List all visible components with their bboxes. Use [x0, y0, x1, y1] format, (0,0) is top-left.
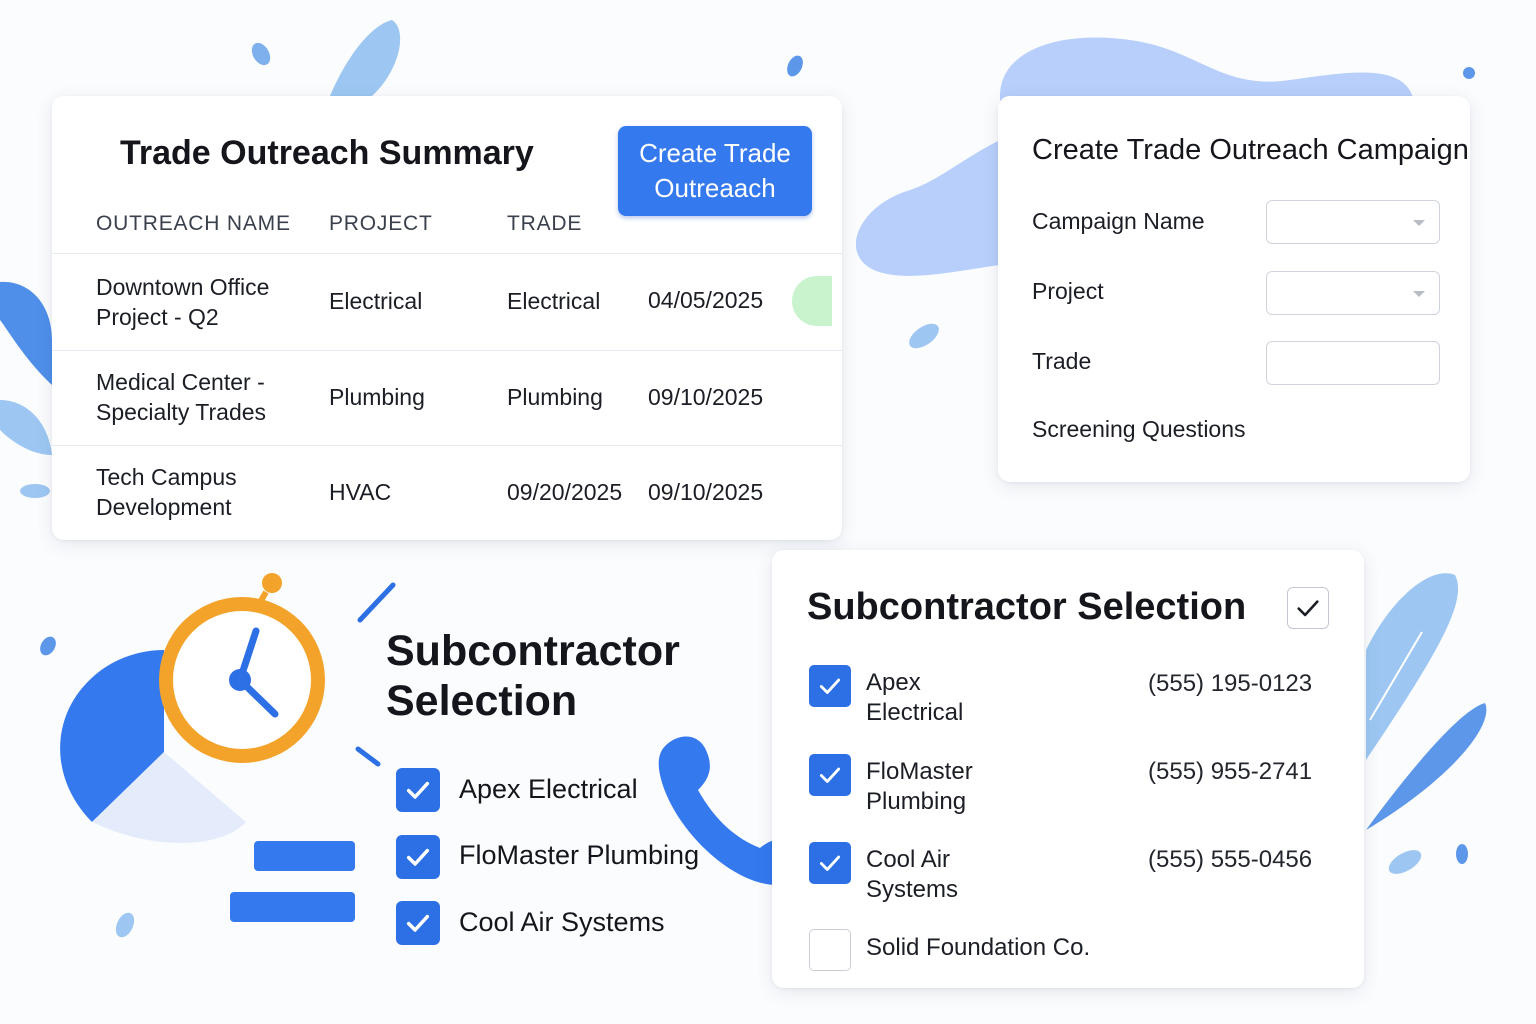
subcontractor-selection-card: Subcontractor Selection Apex Electrical …: [772, 550, 1364, 988]
outreach-name-cell: Downtown Office Project - Q2: [96, 274, 270, 330]
trade-cell: 09/20/2025: [507, 479, 623, 505]
status-indicator: [792, 276, 832, 326]
check-icon: [819, 855, 841, 871]
leaf-shape: [0, 281, 52, 385]
project-cell: Electrical: [329, 288, 423, 314]
subcontractor-name: FloMaster Plumbing: [866, 758, 973, 815]
check-icon: [406, 848, 430, 866]
decorative-bar: [254, 841, 355, 871]
table-row[interactable]: Medical Center - Specialty Trades Plumbi…: [52, 350, 842, 444]
table-row[interactable]: Tech Campus Development HVAC 09/20/2025 …: [52, 445, 842, 540]
project-cell: HVAC: [329, 479, 392, 505]
check-icon: [406, 781, 430, 799]
subcontractor-phone: (555) 955-2741: [1148, 758, 1313, 785]
outreach-name-cell: Medical Center - Specialty Trades: [96, 369, 267, 425]
trade-cell: Plumbing: [507, 384, 603, 410]
subcontractor-checkbox[interactable]: [809, 754, 851, 796]
chevron-down-icon: [1413, 291, 1425, 297]
droplet-shape: [115, 912, 135, 938]
project-cell: Plumbing: [329, 384, 425, 410]
subcontractor-checkbox[interactable]: [809, 929, 851, 971]
droplet-shape: [909, 323, 939, 349]
campaign-name-select[interactable]: [1266, 200, 1440, 244]
create-trade-outreach-button[interactable]: Create Trade Outreaach: [618, 126, 812, 216]
column-header-project[interactable]: PROJECT: [329, 212, 433, 236]
subcontractor-selection-title: Subcontractor Selection: [807, 586, 1247, 628]
illustration-item-label: Cool Air Systems: [459, 907, 665, 937]
table-row[interactable]: Downtown Office Project - Q2 Electrical …: [52, 253, 842, 349]
subcontractor-name: Cool Air Systems: [866, 846, 959, 903]
trade-input[interactable]: [1266, 341, 1440, 385]
leaf-shape: [0, 400, 52, 455]
subcontractor-checkbox[interactable]: [809, 842, 851, 884]
illustration-checkbox: [396, 835, 440, 879]
illustration-item-label: FloMaster Plumbing: [459, 840, 700, 870]
project-select[interactable]: [1266, 271, 1440, 315]
illustration-title: Subcontractor Selection: [386, 627, 680, 725]
check-icon: [406, 914, 430, 932]
droplet-shape: [787, 55, 803, 77]
subcontractor-name: Apex Electrical: [866, 669, 964, 726]
date-cell: 04/05/2025: [648, 287, 764, 313]
date-cell: 09/10/2025: [648, 479, 764, 505]
outreach-name-cell: Tech Campus Development: [96, 464, 237, 520]
check-icon: [819, 678, 841, 694]
trade-outreach-summary-card: Trade Outreach Summary Create Trade Outr…: [52, 96, 842, 540]
subcontractor-phone: (555) 195-0123: [1148, 670, 1313, 697]
check-icon: [819, 767, 841, 783]
trade-cell: Electrical: [507, 288, 601, 314]
screening-questions-label[interactable]: Screening Questions: [1032, 416, 1246, 443]
campaign-name-label: Campaign Name: [1032, 208, 1205, 234]
subcontractor-checkbox[interactable]: [809, 665, 851, 707]
illustration-item-label: Apex Electrical: [459, 774, 638, 804]
decorative-bar: [230, 892, 355, 922]
leaf-shape: [1366, 573, 1459, 760]
droplet-shape: [1463, 67, 1475, 79]
illustration-checkbox: [396, 768, 440, 812]
trade-label: Trade: [1032, 348, 1092, 374]
subcontractor-name: Solid Foundation Co.: [866, 934, 1091, 961]
subcontractor-phone: (555) 555-0456: [1148, 846, 1313, 873]
droplet-shape: [20, 484, 50, 498]
select-all-checkbox[interactable]: [1287, 587, 1329, 629]
chevron-down-icon: [1413, 220, 1425, 226]
droplet-shape: [1388, 850, 1422, 874]
droplet-shape: [40, 636, 56, 656]
droplet-shape: [251, 42, 271, 66]
project-label: Project: [1032, 278, 1104, 304]
background-blob: [855, 140, 1000, 276]
create-campaign-card: Create Trade Outreach Campaign Campaign …: [998, 96, 1470, 482]
droplet-shape: [1456, 844, 1468, 864]
column-header-trade[interactable]: TRADE: [507, 212, 582, 236]
column-header-outreach-name[interactable]: OUTREACH NAME: [96, 212, 291, 236]
date-cell: 09/10/2025: [648, 384, 764, 410]
illustration-checkbox: [396, 901, 440, 945]
leaf-shape: [330, 20, 401, 96]
campaign-title: Create Trade Outreach Campaign: [1032, 134, 1469, 166]
summary-title: Trade Outreach Summary: [120, 134, 534, 172]
check-icon: [1297, 600, 1319, 617]
